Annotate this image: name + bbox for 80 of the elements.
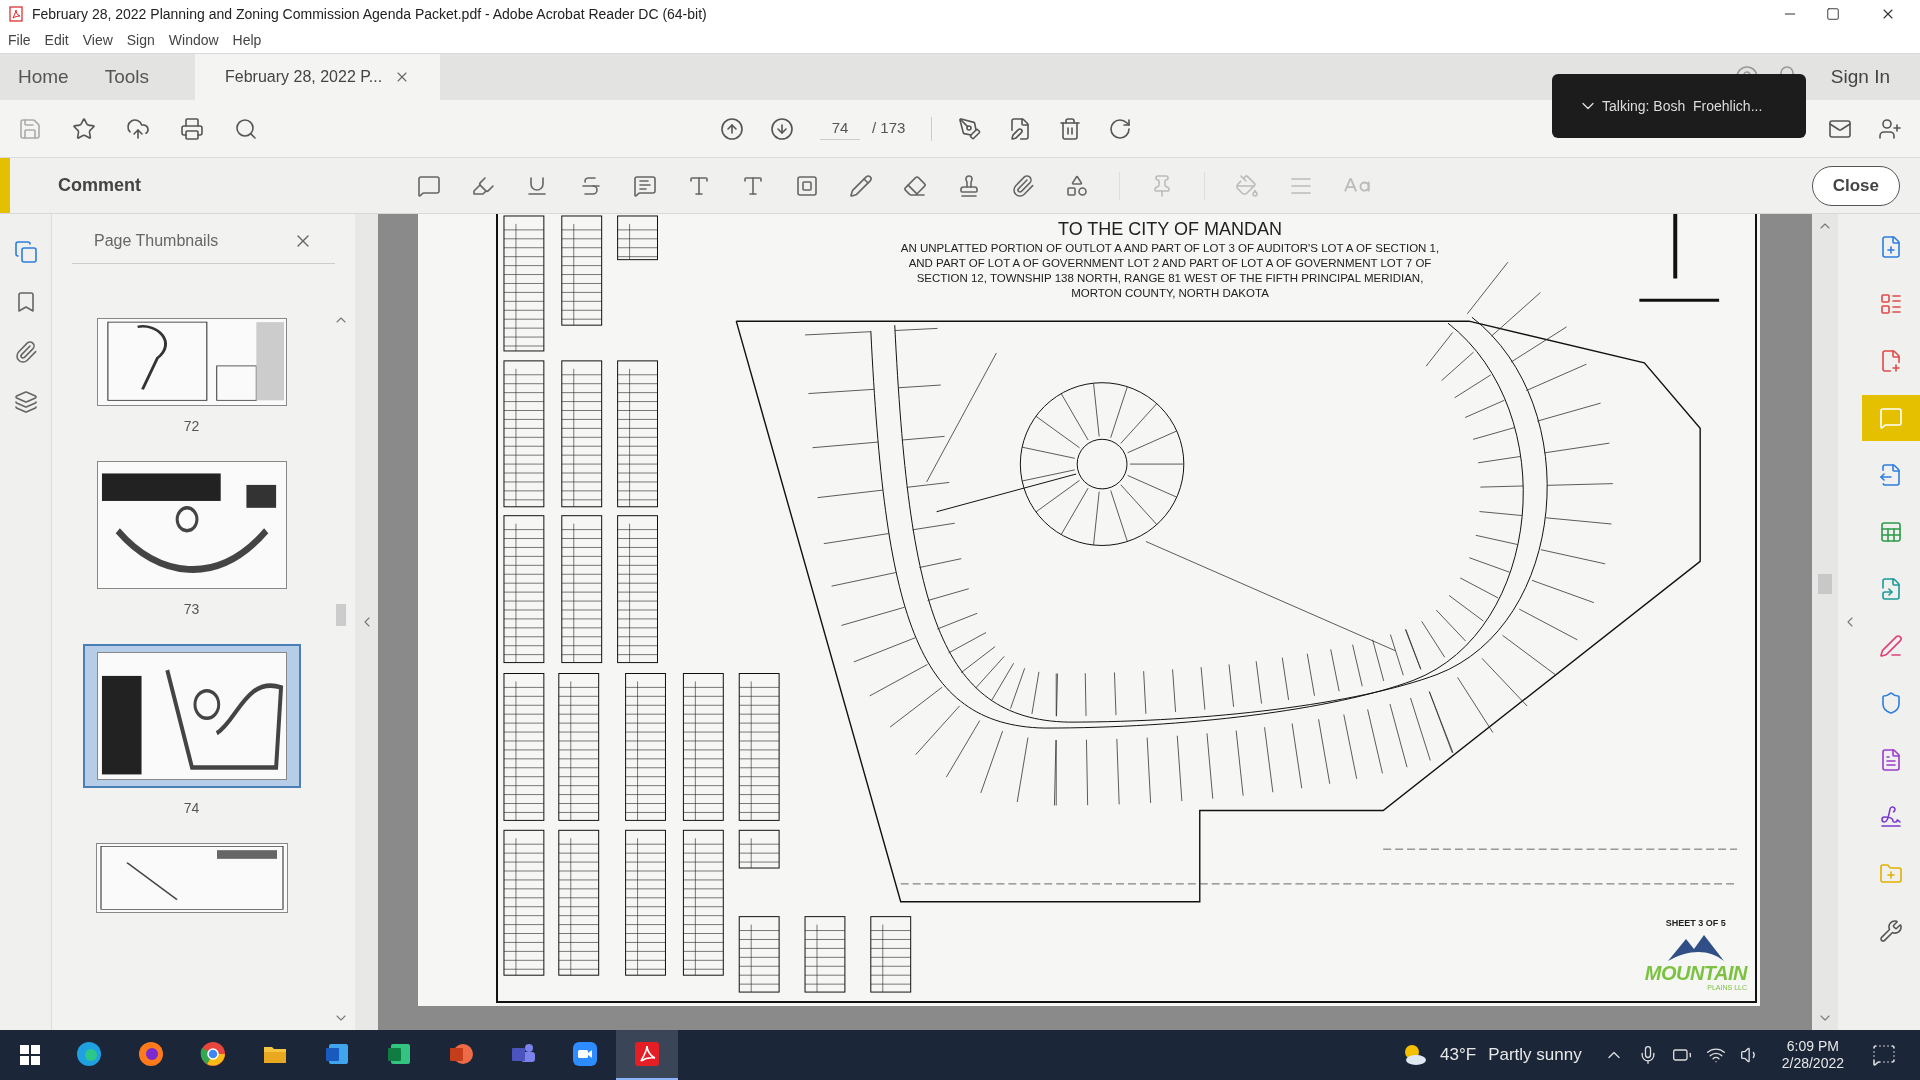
- sheet-icon: [1879, 520, 1903, 544]
- plat-description-line: AN UNPLATTED PORTION OF OUTLOT A AND PART OF LOT 3 OF AUDITOR'S LOT A OF SECTION 1,: [900, 240, 1440, 256]
- wrench-icon: [1879, 919, 1903, 943]
- eraser-icon[interactable]: [903, 173, 927, 198]
- stamp-icon[interactable]: [957, 173, 981, 198]
- clock-date: 2/28/2022: [1781, 1055, 1844, 1073]
- star-icon[interactable]: [72, 116, 96, 141]
- page-number: 73: [183, 600, 200, 619]
- accent-bar: [0, 158, 10, 213]
- page-thumbnail[interactable]: [82, 644, 301, 788]
- menu-item[interactable]: View: [82, 30, 113, 51]
- speaker-name: Talking: Bosh Froehlich...: [1602, 96, 1763, 116]
- page-number: 72: [183, 417, 200, 436]
- acrobat-icon: [633, 1040, 661, 1068]
- page-number: 74: [183, 799, 200, 818]
- page-thumbnail[interactable]: [95, 843, 288, 913]
- document-icon: [1879, 748, 1903, 772]
- temperature: 43°F: [1440, 1044, 1477, 1067]
- pen-icon: [1879, 634, 1903, 658]
- video-camera-icon: [571, 1040, 599, 1068]
- rotate-icon[interactable]: [1108, 116, 1133, 141]
- chrome-icon: [199, 1040, 227, 1068]
- search-icon[interactable]: [234, 116, 258, 141]
- next-page-icon[interactable]: [770, 116, 794, 141]
- folder-plus-icon: [1879, 862, 1903, 886]
- cloud-upload-icon[interactable]: [126, 116, 150, 141]
- print-icon[interactable]: [180, 116, 204, 141]
- attach-icon[interactable]: [1011, 173, 1035, 198]
- layers-icon[interactable]: [13, 390, 38, 414]
- trash-icon[interactable]: [1058, 116, 1083, 141]
- sheet-number: SHEET 3 OF 5: [1665, 917, 1726, 930]
- fill-color-icon[interactable]: [1235, 173, 1259, 198]
- clock-time: 6:09 PM: [1786, 1037, 1839, 1055]
- shapes-icon[interactable]: [1065, 173, 1089, 198]
- file-link-icon: [1879, 577, 1903, 601]
- firefox-icon: [137, 1040, 165, 1068]
- tab[interactable]: Tools: [86, 54, 168, 100]
- notification-icon[interactable]: [1872, 1043, 1896, 1067]
- scrollbar-thumb[interactable]: [336, 604, 346, 626]
- close-button[interactable]: Close: [1811, 165, 1900, 206]
- sign-pen-icon[interactable]: [958, 116, 983, 141]
- shield-icon: [1879, 691, 1903, 715]
- layout-icon: [1879, 292, 1903, 316]
- pencil-icon[interactable]: [849, 173, 873, 198]
- plat-description-line: AND PART OF LOT A OF GOVERNMENT LOT 2 AND PART OF LOT A OF GOVERNMENT LOT 7 OF: [908, 255, 1432, 271]
- menu-item[interactable]: Help: [232, 30, 262, 51]
- replace-text-icon[interactable]: [633, 173, 657, 198]
- tab[interactable]: February 28, 2022 P...: [195, 54, 441, 100]
- page-number-field[interactable]: 74: [820, 116, 860, 141]
- menu-item[interactable]: Edit: [44, 30, 69, 51]
- logo-name: MOUNTAIN: [1644, 962, 1747, 983]
- panel-title: Page Thumbnails: [94, 230, 219, 251]
- file-plus-icon: [1879, 235, 1903, 259]
- file-add-icon: [1879, 349, 1903, 373]
- plat-description-line: MORTON COUNTY, NORTH DAKOTA: [1071, 285, 1269, 301]
- add-user-icon[interactable]: [1878, 116, 1902, 141]
- plat-title: TO THE CITY OF MANDAN: [1058, 218, 1282, 241]
- window-title: February 28, 2022 Planning and Zoning Commission Agenda Packet.pdf - Adobe Acrobat Reader DC (64-bit): [32, 4, 707, 24]
- previous-page-icon[interactable]: [720, 116, 744, 141]
- restore-icon[interactable]: [1826, 7, 1840, 21]
- comment-title: Comment: [58, 174, 141, 197]
- pdf-icon: [8, 6, 24, 22]
- paperclip-icon[interactable]: [13, 340, 38, 364]
- signature-icon: [1879, 805, 1903, 829]
- tab[interactable]: Home: [0, 54, 87, 100]
- export-file-icon: [1879, 463, 1903, 487]
- sticky-note-icon[interactable]: [417, 173, 441, 198]
- edge-icon: [75, 1040, 103, 1068]
- sign-in-button[interactable]: Sign In: [1830, 62, 1890, 92]
- windows-start-icon[interactable]: [20, 1045, 40, 1065]
- text-box-icon[interactable]: [795, 173, 819, 198]
- scrollbar-thumb[interactable]: [1818, 574, 1832, 594]
- weather-condition: Partly sunny: [1488, 1044, 1582, 1067]
- plat-description-line: SECTION 12, TOWNSHIP 138 NORTH, RANGE 81 WEST OF THE FIFTH PRINCIPAL MERIDIAN,: [916, 270, 1424, 286]
- comment-icon: [1879, 406, 1903, 430]
- menu-item[interactable]: File: [8, 30, 31, 51]
- pages-icon[interactable]: [13, 240, 38, 264]
- page-count: / 173: [872, 118, 906, 139]
- menu-item[interactable]: Window: [168, 30, 219, 51]
- menu-item[interactable]: Sign: [126, 30, 155, 51]
